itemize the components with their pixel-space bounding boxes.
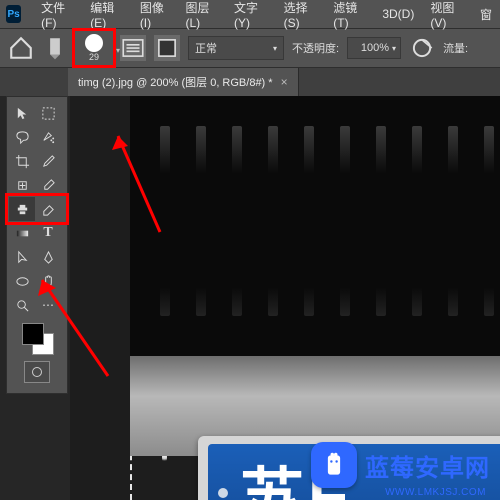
tool-preset-icon[interactable] <box>42 35 68 61</box>
chevron-down-icon: ▾ <box>273 44 277 53</box>
tools-panel: T ⋯ <box>6 96 68 394</box>
foreground-swatch[interactable] <box>22 323 44 345</box>
hand-tool[interactable] <box>35 269 61 293</box>
document-tab[interactable]: timg (2).jpg @ 200% (图层 0, RGB/8#) * × <box>68 68 299 96</box>
app-logo: Ps <box>6 5 21 23</box>
crop-tool[interactable] <box>9 149 35 173</box>
eraser-tool[interactable] <box>35 197 61 221</box>
spot-heal-tool[interactable] <box>9 173 35 197</box>
opacity-value: 100% <box>361 42 389 54</box>
gradient-tool[interactable] <box>9 221 35 245</box>
edit-toolbar-icon[interactable]: ⋯ <box>35 293 61 317</box>
brush-size-label: 29 <box>89 52 99 62</box>
menu-image[interactable]: 图像(I) <box>132 0 178 30</box>
color-swatches[interactable] <box>20 321 54 355</box>
blend-mode-select[interactable]: 正常 ▾ <box>188 36 284 60</box>
document-tab-strip: timg (2).jpg @ 200% (图层 0, RGB/8#) * × <box>0 68 500 97</box>
clone-stamp-tool[interactable] <box>9 197 35 221</box>
quick-mask-icon[interactable] <box>24 361 50 383</box>
menu-edit[interactable]: 编辑(E) <box>82 0 132 30</box>
brush-preview-icon <box>85 34 103 52</box>
move-tool[interactable] <box>9 101 35 125</box>
workspace: T ⋯ <box>0 96 500 500</box>
options-bar: 29 ▾ 正常 ▾ 不透明度: 100% ▾ 流量: <box>0 29 500 68</box>
type-tool[interactable]: T <box>35 221 61 245</box>
path-select-tool[interactable] <box>9 245 35 269</box>
brush-settings-icon[interactable] <box>120 35 146 61</box>
chevron-down-icon: ▾ <box>392 44 396 53</box>
menu-bar: Ps 文件(F) 编辑(E) 图像(I) 图层(L) 文字(Y) 选择(S) 滤… <box>0 0 500 29</box>
lasso-tool[interactable] <box>9 125 35 149</box>
opacity-input[interactable]: 100% ▾ <box>347 37 401 59</box>
document-tab-title: timg (2).jpg @ 200% (图层 0, RGB/8#) * <box>78 74 273 90</box>
quick-select-tool[interactable] <box>35 125 61 149</box>
watermark-badge-icon <box>311 442 357 488</box>
brush-tool[interactable] <box>35 173 61 197</box>
menu-3d[interactable]: 3D(D) <box>374 7 422 21</box>
document-image: 苏E <box>130 96 500 500</box>
home-icon[interactable] <box>8 35 34 61</box>
eyedropper-tool[interactable] <box>35 149 61 173</box>
sample-icon[interactable] <box>154 35 180 61</box>
close-icon[interactable]: × <box>281 75 288 89</box>
rect-marquee-tool[interactable] <box>35 101 61 125</box>
blend-mode-value: 正常 <box>195 40 217 56</box>
menu-file[interactable]: 文件(F) <box>33 0 82 30</box>
pressure-opacity-icon[interactable] <box>409 35 435 61</box>
menu-window[interactable]: 窗 <box>472 6 500 23</box>
watermark-url: WWW.LMKJSJ.COM <box>385 487 486 498</box>
zoom-tool[interactable] <box>9 293 35 317</box>
ellipse-tool[interactable] <box>9 269 35 293</box>
canvas-area[interactable]: 苏E <box>70 96 500 500</box>
brush-preset-picker[interactable]: 29 ▾ <box>76 32 112 64</box>
watermark-brand: 蓝莓安卓网 <box>365 448 490 483</box>
menu-type[interactable]: 文字(Y) <box>226 0 276 30</box>
menu-filter[interactable]: 滤镜(T) <box>325 0 374 30</box>
menu-select[interactable]: 选择(S) <box>276 0 326 30</box>
chevron-down-icon: ▾ <box>116 46 120 55</box>
pen-tool[interactable] <box>35 245 61 269</box>
plate-bolt-icon <box>218 488 228 498</box>
flow-label: 流量: <box>443 40 468 56</box>
menu-view[interactable]: 视图(V) <box>422 0 472 30</box>
opacity-label: 不透明度: <box>292 40 339 56</box>
watermark: 蓝莓安卓网 <box>311 442 490 488</box>
menu-layer[interactable]: 图层(L) <box>178 0 227 30</box>
